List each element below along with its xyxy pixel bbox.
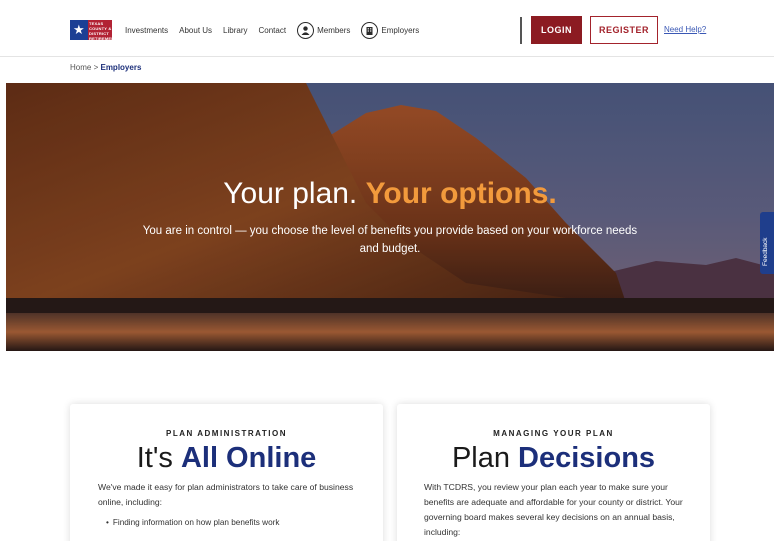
feedback-label: Feedback [762, 237, 769, 266]
breadcrumb-home[interactable]: Home [70, 63, 91, 72]
site-header: ★ TEXAS COUNTY & DISTRICT RETIREMENT SYS… [0, 0, 774, 57]
card-heading: It's All Online [70, 442, 383, 475]
card-heading-strong: Decisions [518, 442, 656, 474]
member-icon [297, 21, 315, 39]
hero-title-accent: Your options. [365, 177, 557, 210]
breadcrumb: Home > Employers [70, 63, 141, 72]
hero-landscape-image [6, 83, 774, 351]
hero-title: Your plan. Your options. [6, 177, 774, 211]
breadcrumb-separator: > [93, 63, 99, 72]
feedback-tab[interactable]: Feedback [760, 212, 774, 274]
main-nav: Investments About Us Library Contact Mem… [125, 21, 430, 39]
card-eyebrow: PLAN ADMINISTRATION [166, 429, 287, 438]
card-bullet-text: Finding information on how plan benefits… [112, 518, 280, 527]
register-button[interactable]: REGISTER [590, 16, 658, 44]
managing-plan-card: MANAGING YOUR PLAN Plan Decisions With T… [397, 404, 710, 541]
card-heading-plain: It's [136, 442, 173, 474]
hero-subtitle: You are in control — you choose the leve… [142, 225, 638, 255]
card-heading: Plan Decisions [397, 442, 710, 475]
nav-members[interactable]: Members [297, 21, 351, 39]
nav-employers[interactable]: Employers [361, 21, 420, 39]
nav-divider [520, 17, 522, 44]
building-icon [361, 21, 379, 39]
breadcrumb-current: Employers [100, 63, 142, 72]
nav-library[interactable]: Library [223, 26, 247, 35]
logo-text: TEXAS COUNTY & DISTRICT RETIREMENT SYSTE… [89, 21, 117, 46]
plan-administration-card: PLAN ADMINISTRATION It's All Online We'v… [70, 404, 383, 541]
logo-text-panel: TEXAS COUNTY & DISTRICT RETIREMENT SYSTE… [88, 20, 117, 46]
nav-members-label: Members [317, 25, 351, 35]
card-heading-strong: All Online [180, 442, 317, 474]
hero-banner: Your plan. Your options. You are in cont… [6, 83, 774, 351]
nav-employers-label: Employers [381, 25, 420, 35]
card-eyebrow: MANAGING YOUR PLAN [493, 429, 614, 438]
nav-contact[interactable]: Contact [259, 26, 287, 35]
hero-title-plain: Your plan. [223, 177, 358, 210]
card-heading-plain: Plan [451, 442, 510, 474]
tcdrs-logo[interactable]: ★ TEXAS COUNTY & DISTRICT RETIREMENT SYS… [70, 20, 117, 46]
card-body: We've made it easy for plan administrato… [98, 482, 354, 507]
star-icon: ★ [73, 22, 85, 37]
logo-star-panel: ★ [70, 20, 88, 40]
login-button[interactable]: LOGIN [531, 16, 582, 44]
nav-investments[interactable]: Investments [125, 26, 168, 35]
nav-about-us[interactable]: About Us [179, 26, 212, 35]
bullet-dot-icon: • [106, 518, 109, 527]
card-bullet: • Finding information on how plan benefit… [106, 518, 279, 527]
card-body: With TCDRS, you review your plan each ye… [424, 482, 683, 537]
need-help-link[interactable]: Need Help? [664, 25, 706, 34]
